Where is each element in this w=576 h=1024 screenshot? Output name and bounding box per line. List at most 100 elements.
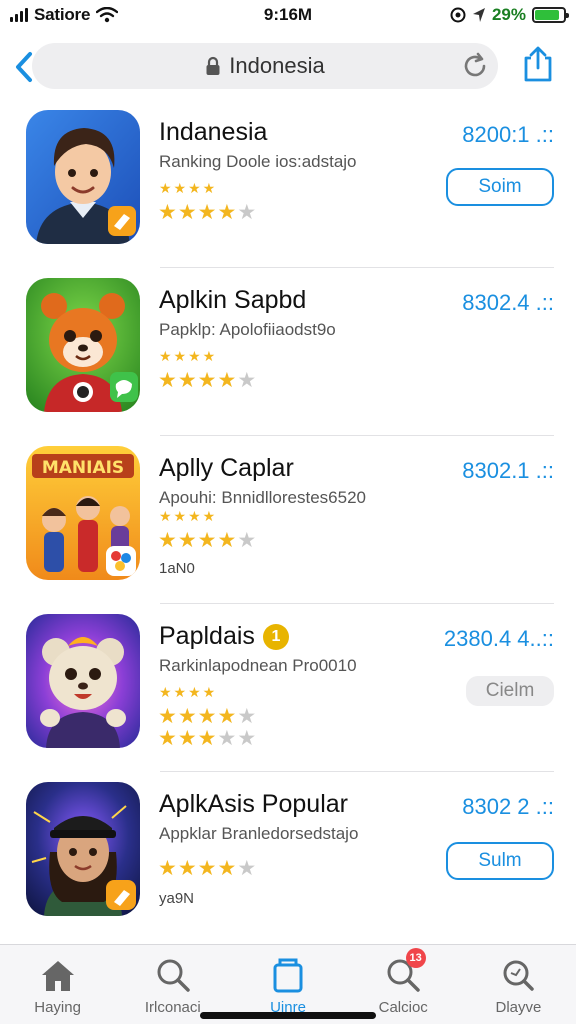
get-button[interactable]: Sulm — [446, 842, 554, 880]
app-title[interactable]: Indanesia — [159, 118, 267, 147]
battery-level — [535, 10, 559, 20]
tab-label: Haying — [34, 999, 81, 1016]
app-price: 8200:1 .:: — [462, 122, 554, 147]
star-filled-icon: ★ — [217, 705, 238, 728]
star-filled-icon: ★ — [158, 529, 178, 552]
small-stars: ★★★★ — [159, 180, 218, 196]
maniais-logo-text: MANIAIS — [42, 458, 124, 478]
star-filled-icon: ★ — [197, 727, 218, 750]
app-subtitle: Apouhi: Bnnidllorestes6520 — [159, 488, 366, 507]
star-empty-icon: ★ — [237, 857, 258, 880]
app-subtitle: Papklp: Apolofiiaodst9o — [159, 320, 336, 339]
app-price: 8302 2 .:: — [462, 794, 554, 819]
app-title-text: AplkAsis Popular — [159, 790, 348, 818]
cartoon-boy-icon — [26, 110, 140, 244]
rating-stars: ★★★★★ — [158, 368, 257, 393]
address-text: Indonesia — [229, 53, 325, 78]
battery-percent: 29% — [491, 5, 526, 24]
app-title[interactable]: AplkAsis Popular — [159, 790, 348, 819]
red-panda-icon — [26, 278, 140, 412]
app-icon-girl[interactable] — [26, 782, 140, 916]
get-button[interactable]: Soim — [446, 168, 554, 206]
star-filled-icon: ★ — [177, 857, 198, 880]
star-filled-icon: ★ — [217, 201, 238, 224]
tab-haying[interactable]: Haying — [0, 945, 115, 1024]
star-filled-icon: ★ — [177, 705, 198, 728]
reload-icon — [464, 52, 486, 77]
address-bar[interactable]: Indonesia — [32, 43, 498, 89]
notification-badge: 13 — [405, 948, 426, 968]
app-list: Indanesia Ranking Doole ios:adstajo ★★★★… — [0, 100, 576, 940]
get-button-disabled[interactable]: Cielm — [466, 676, 554, 706]
app-title[interactable]: Aplkin Sapbd — [159, 286, 306, 315]
home-indicator[interactable] — [200, 1012, 376, 1019]
rating-stars: ★★★★★ — [158, 856, 257, 881]
star-filled-icon: ★ — [158, 369, 178, 392]
status-bar: Satiore 9:16M 29% — [0, 0, 576, 30]
app-extra-info: 1aN0 — [159, 560, 195, 577]
home-icon — [41, 961, 74, 991]
tab-label: Dlayve — [495, 999, 542, 1016]
hamster-icon — [26, 614, 140, 748]
navbar: Indonesia — [0, 40, 576, 94]
star-filled-icon: ★ — [177, 369, 198, 392]
app-row[interactable]: Papldais 1 Rarkinlapodnean Pro0010 ★★★★ … — [0, 604, 576, 772]
star-filled-icon: ★ — [197, 529, 218, 552]
star-filled-icon: ★ — [158, 857, 178, 880]
app-icon-avatar-boy[interactable] — [26, 110, 140, 244]
apps-icon — [273, 958, 303, 993]
app-title[interactable]: Papldais 1 — [159, 622, 289, 651]
battery-icon — [532, 7, 569, 23]
star-filled-icon: ★ — [197, 705, 218, 728]
app-subtitle: Appklar Branledorsedstajo — [159, 824, 359, 843]
tab-dlayve[interactable]: Dlayve — [461, 945, 576, 1024]
star-filled-icon: ★ — [197, 369, 218, 392]
small-stars: ★★★★ — [159, 348, 218, 364]
app-title-text: Aplkin Sapbd — [159, 286, 307, 314]
star-filled-icon: ★ — [158, 727, 178, 750]
star-filled-icon: ★ — [197, 857, 218, 880]
star-filled-icon: ★ — [158, 201, 178, 224]
star-filled-icon: ★ — [177, 727, 198, 750]
cartoon-girl-icon — [26, 782, 140, 916]
search-icon — [503, 960, 535, 991]
reload-button[interactable] — [460, 51, 490, 81]
at-icon — [450, 7, 466, 23]
app-price: 8302.4 .:: — [462, 290, 554, 315]
rating-stars: ★★★★★ — [158, 200, 257, 225]
app-subtitle: Rarkinlapodnean Pro0010 — [159, 656, 357, 675]
app-row[interactable]: Aplkin Sapbd Papklp: Apolofiiaodst9o ★★★… — [0, 268, 576, 436]
app-price: 8302.1 .:: — [462, 458, 554, 483]
star-filled-icon: ★ — [197, 201, 218, 224]
star-filled-icon: ★ — [217, 857, 238, 880]
app-row[interactable]: MANIAIS Aplly Caplar Apouhi: Bnnidllores… — [0, 436, 576, 604]
app-icon-red-panda[interactable] — [26, 278, 140, 412]
adventure-group-icon: MANIAIS — [26, 446, 140, 580]
app-icon-hamster[interactable] — [26, 614, 140, 748]
small-stars: ★★★★ — [159, 508, 218, 524]
star-filled-icon: ★ — [177, 529, 198, 552]
app-price: 2380.4 4..:: — [443, 626, 554, 651]
app-title-text: Aplly Caplar — [159, 454, 294, 482]
app-title[interactable]: Aplly Caplar — [159, 454, 294, 483]
app-row[interactable]: Indanesia Ranking Doole ios:adstajo ★★★★… — [0, 100, 576, 268]
app-icon-maniais[interactable]: MANIAIS — [26, 446, 140, 580]
app-row[interactable]: AplkAsis Popular Appklar Branledorsedsta… — [0, 772, 576, 940]
star-filled-icon: ★ — [177, 201, 198, 224]
verified-badge: 1 — [262, 623, 289, 650]
share-icon — [524, 46, 552, 82]
share-button[interactable] — [518, 44, 558, 84]
search-icon — [157, 959, 190, 992]
star-filled-icon: ★ — [217, 369, 238, 392]
star-empty-icon: ★ — [237, 705, 258, 728]
star-filled-icon: ★ — [217, 529, 238, 552]
rating-stars: ★★★★★ — [158, 528, 257, 553]
status-right: 29% — [450, 5, 569, 25]
lock-icon — [206, 56, 220, 75]
app-extra-info: ya9N — [159, 890, 195, 907]
small-stars: ★★★★ — [159, 684, 218, 700]
star-filled-icon: ★ — [158, 705, 178, 728]
app-subtitle: Ranking Doole ios:adstajo — [159, 152, 357, 171]
location-icon — [472, 8, 485, 22]
app-title-text: Indanesia — [159, 118, 268, 146]
